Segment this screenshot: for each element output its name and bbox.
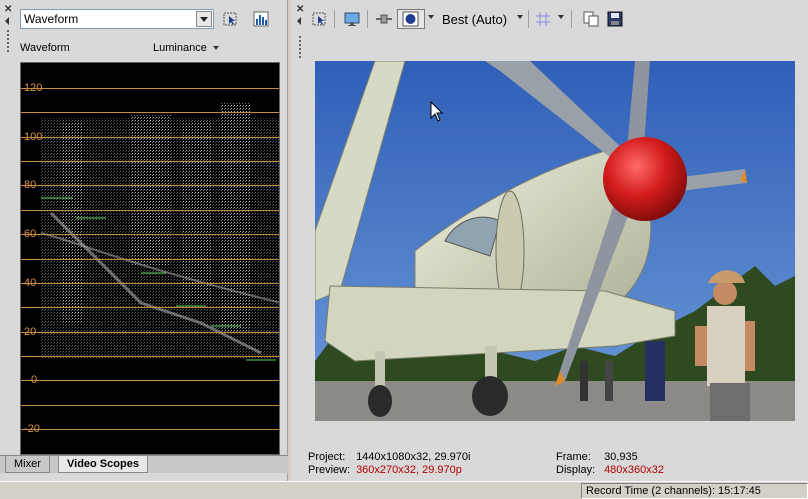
y-axis-label: 40 [24,277,37,289]
toolbar-separator [367,10,368,28]
preview-quality-value: Best (Auto) [442,12,508,27]
copy-frame-icon[interactable] [582,10,600,28]
toolbar-separator [334,10,335,28]
record-time-status: Record Time (2 channels): 15:17:45 [581,483,808,499]
frame-label: Frame: [556,451,591,463]
y-axis-label: 0 [31,374,38,386]
y-axis-label: 100 [24,131,43,143]
preview-label: Preview: [308,464,351,476]
project-info: Project: 1440x1080x32, 29.970i [308,451,470,464]
channel-dropdown-value: Luminance [153,42,207,54]
tab-video-scopes[interactable]: Video Scopes [58,456,148,473]
select-cursor-icon[interactable] [310,10,328,28]
collapse-arrow-icon[interactable] [5,17,9,25]
video-scopes-pane: ✕ Waveform Waveform Luminance 120 100 80… [0,0,288,481]
y-axis-label: 60 [24,228,37,240]
chevron-down-icon[interactable] [196,11,212,27]
overlay-icon [402,11,419,27]
display-value: 480x360x32 [604,464,665,476]
gridline [21,88,279,89]
y-axis-label: 20 [24,326,37,338]
gridline [21,185,279,186]
status-bar: Record Time (2 channels): 15:17:45 [0,481,808,499]
display-label: Display: [556,464,596,476]
collapse-arrow-icon[interactable] [297,17,301,25]
video-preview-frame[interactable] [315,61,795,421]
chevron-down-icon[interactable] [427,12,435,30]
gridline [21,112,279,113]
window-tabs: Mixer Video Scopes [0,455,288,473]
gridline [21,356,279,357]
close-icon[interactable]: ✕ [296,5,304,15]
channel-dropdown[interactable]: Luminance [153,42,219,54]
close-icon[interactable]: ✕ [4,5,12,15]
save-frame-icon[interactable] [606,10,624,28]
chevron-down-icon [212,46,219,51]
gridline [21,161,279,162]
scope-type-select[interactable]: Waveform [20,9,214,29]
scope-title: Waveform [20,42,70,54]
grid-icon[interactable] [534,10,552,28]
toolbar-separator [528,10,529,28]
gridline [21,259,279,260]
toolbar-separator [571,10,572,28]
gridline [21,332,279,333]
gridline [21,137,279,138]
monitor-icon[interactable] [343,10,361,28]
gridline [21,405,279,406]
waveform-scope: 120 100 80 60 40 20 0 -20 [20,62,280,455]
project-value: 1440x1080x32, 29.970i [356,451,471,463]
gridline [21,210,279,211]
gridline [21,234,279,235]
gridline [21,283,279,284]
tab-mixer[interactable]: Mixer [5,456,50,473]
chevron-down-icon[interactable] [516,12,524,30]
frame-value: 30,935 [604,451,638,463]
project-label: Project: [308,451,346,463]
gridline [21,307,279,308]
gridline [21,380,279,381]
gridline [21,429,279,430]
preview-quality-dropdown[interactable]: Best (Auto) [442,12,507,27]
y-axis-label: -20 [24,423,40,435]
histogram-icon[interactable] [252,10,270,28]
preview-value: 360x270x32, 29.970p [356,464,462,476]
chevron-down-icon[interactable] [557,12,565,30]
drag-grip-icon[interactable] [298,36,302,60]
overlay-button[interactable] [397,9,425,29]
mouse-cursor-icon [430,101,444,122]
preview-info: Preview: 360x270x32, 29.970p [308,464,462,477]
y-axis-label: 120 [24,82,43,94]
scope-type-value: Waveform [24,12,79,26]
split-view-icon[interactable] [375,10,393,28]
display-info: Display: 480x360x32 [556,464,664,477]
frame-info: Frame: 30,935 [556,451,638,464]
y-axis-label: 80 [24,179,37,191]
drag-grip-icon[interactable] [6,30,10,54]
select-cursor-icon[interactable] [221,10,239,28]
